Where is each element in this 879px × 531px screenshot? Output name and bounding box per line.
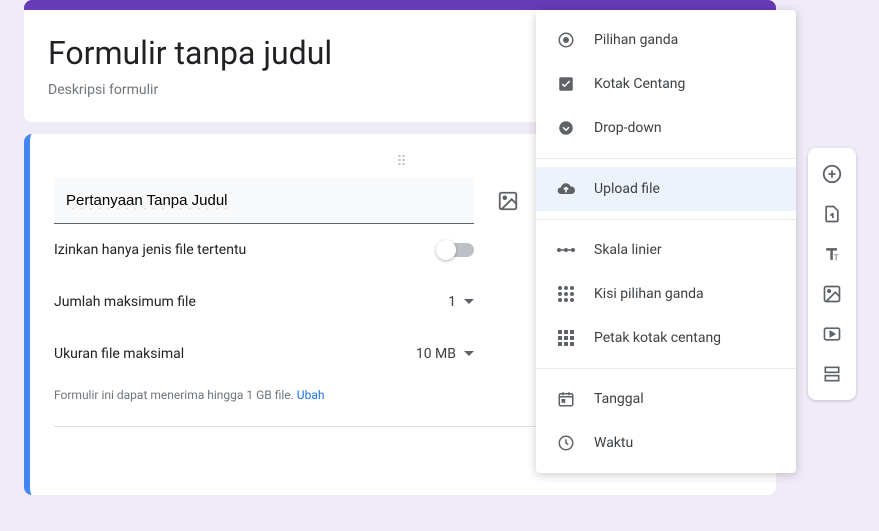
text-icon: T	[822, 244, 842, 264]
option-date[interactable]: Tanggal	[536, 377, 796, 421]
import-questions-button[interactable]	[814, 196, 850, 232]
option-checkbox-grid[interactable]: Petak kotak centang	[536, 316, 796, 360]
chevron-down-icon	[464, 351, 474, 357]
image-icon	[822, 284, 842, 304]
divider	[536, 158, 796, 159]
radio-icon	[556, 30, 576, 50]
option-linear-scale[interactable]: Skala linier	[536, 228, 796, 272]
side-toolbar: T	[808, 148, 856, 400]
question-title-input[interactable]	[54, 178, 474, 224]
question-type-dropdown: Pilihan ganda Kotak Centang Drop-down Up…	[536, 10, 796, 473]
max-files-dropdown[interactable]: 1	[448, 294, 474, 310]
add-title-button[interactable]: T	[814, 236, 850, 272]
grid-check-icon	[556, 328, 576, 348]
divider	[536, 368, 796, 369]
svg-text:T: T	[834, 254, 839, 264]
option-multiple-choice-grid[interactable]: Kisi pilihan ganda	[536, 272, 796, 316]
section-icon	[822, 364, 842, 384]
cloud-upload-icon	[556, 179, 576, 199]
option-checkbox[interactable]: Kotak Centang	[536, 62, 796, 106]
change-storage-link[interactable]: Ubah	[297, 388, 325, 402]
import-icon	[822, 204, 842, 224]
divider	[536, 219, 796, 220]
add-section-button[interactable]	[814, 356, 850, 392]
allow-specific-types-toggle[interactable]	[438, 243, 474, 257]
option-radio[interactable]: Pilihan ganda	[536, 18, 796, 62]
grid-radio-icon	[556, 284, 576, 304]
dropdown-icon	[556, 118, 576, 138]
max-files-label: Jumlah maksimum file	[54, 294, 196, 310]
add-circle-icon	[821, 163, 843, 185]
add-video-button[interactable]	[814, 316, 850, 352]
chevron-down-icon	[464, 299, 474, 305]
calendar-icon	[556, 389, 576, 409]
option-time[interactable]: Waktu	[536, 421, 796, 465]
max-size-dropdown[interactable]: 10 MB	[416, 346, 474, 362]
clock-icon	[556, 433, 576, 453]
allow-specific-types-label: Izinkan hanya jenis file tertentu	[54, 242, 246, 258]
add-image-button[interactable]	[814, 276, 850, 312]
add-image-button[interactable]	[490, 183, 526, 219]
image-icon	[497, 190, 519, 212]
video-icon	[822, 324, 842, 344]
checkbox-icon	[556, 74, 576, 94]
option-upload-file[interactable]: Upload file	[536, 167, 796, 211]
option-dropdown[interactable]: Drop-down	[536, 106, 796, 150]
max-size-label: Ukuran file maksimal	[54, 346, 184, 362]
linear-scale-icon	[556, 240, 576, 260]
add-question-button[interactable]	[814, 156, 850, 192]
